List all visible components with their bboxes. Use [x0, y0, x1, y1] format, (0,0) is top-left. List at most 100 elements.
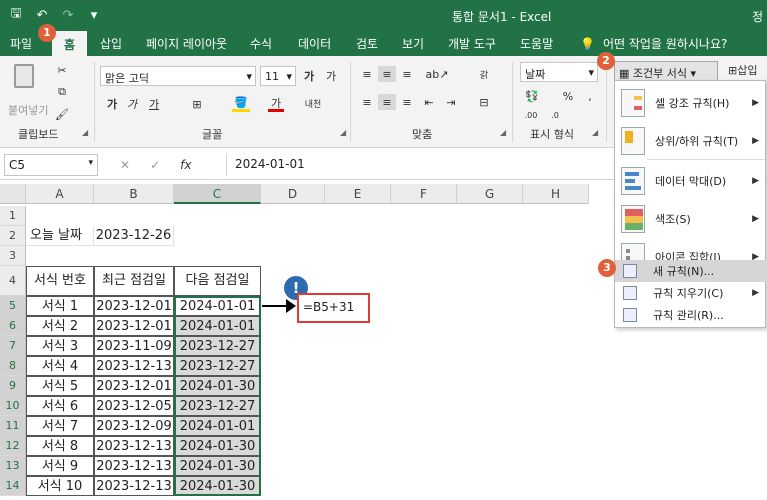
- number-format-select[interactable]: 날짜 ▾: [520, 62, 598, 82]
- row-header-4[interactable]: 4: [0, 266, 26, 296]
- table-cell[interactable]: 2023-12-13: [94, 476, 174, 496]
- menu-item-color-scales[interactable]: 색조(S) ▶: [615, 201, 767, 237]
- cell-c4[interactable]: 다음 점검일: [174, 266, 261, 296]
- cell-a4[interactable]: 서식 번호: [26, 266, 94, 296]
- table-cell[interactable]: 2024-01-30: [174, 456, 261, 476]
- row-header-8[interactable]: 8: [0, 356, 26, 376]
- row-header-11[interactable]: 11: [0, 416, 26, 436]
- table-cell[interactable]: 서식 6: [26, 396, 94, 416]
- alignment-launcher-icon[interactable]: ◢: [500, 128, 506, 137]
- table-cell[interactable]: 2023-11-09: [94, 336, 174, 356]
- align-right-icon[interactable]: ≡: [398, 94, 416, 110]
- table-cell[interactable]: 2023-12-09: [94, 416, 174, 436]
- table-cell[interactable]: 2023-12-13: [94, 356, 174, 376]
- tab-view[interactable]: 보기: [402, 35, 424, 52]
- insert-cells-button[interactable]: ⊞ 삽입: [728, 62, 767, 78]
- customize-qat-icon[interactable]: ▾: [84, 5, 104, 25]
- italic-icon[interactable]: 가: [124, 96, 140, 112]
- row-header-9[interactable]: 9: [0, 376, 26, 396]
- column-header-e[interactable]: E: [325, 184, 391, 204]
- tab-formulas[interactable]: 수식: [250, 35, 272, 52]
- row-header-14[interactable]: 14: [0, 476, 26, 496]
- comma-style-icon[interactable]: ,: [582, 88, 598, 104]
- enter-icon[interactable]: ✓: [150, 158, 160, 172]
- decrease-indent-icon[interactable]: ⇤: [420, 94, 438, 110]
- name-box[interactable]: C5 ▾: [4, 154, 98, 176]
- font-size-select[interactable]: 11 ▾: [260, 66, 296, 86]
- tab-page-layout[interactable]: 페이지 레이아웃: [146, 35, 227, 52]
- tab-data[interactable]: 데이터: [298, 35, 331, 52]
- conditional-formatting-button[interactable]: ▦ 조건부 서식 ▾: [614, 61, 718, 81]
- accounting-format-icon[interactable]: 💱: [522, 88, 542, 104]
- menu-item-clear-rules[interactable]: 규칙 지우기(C) ▶: [615, 282, 767, 304]
- wrap-text-icon[interactable]: 갉: [474, 66, 494, 82]
- table-cell[interactable]: 2023-12-01: [94, 316, 174, 336]
- table-cell[interactable]: 2024-01-30: [174, 376, 261, 396]
- table-cell[interactable]: 2023-12-27: [174, 356, 261, 376]
- column-header-c[interactable]: C: [174, 184, 261, 204]
- table-cell[interactable]: 서식 9: [26, 456, 94, 476]
- decrease-decimal-icon[interactable]: .0: [546, 108, 564, 122]
- phonetic-icon[interactable]: 내천: [304, 92, 322, 114]
- table-cell[interactable]: 2023-12-13: [94, 456, 174, 476]
- table-cell[interactable]: 2024-01-01: [174, 416, 261, 436]
- cell-b2[interactable]: 2023-12-26: [94, 226, 174, 246]
- align-top-icon[interactable]: ≡: [358, 66, 376, 82]
- column-header-d[interactable]: D: [261, 184, 325, 204]
- menu-item-top-bottom-rules[interactable]: 상위/하위 규칙(T) ▶: [615, 123, 767, 159]
- number-launcher-icon[interactable]: ◢: [592, 128, 598, 137]
- row-header-2[interactable]: 2: [0, 226, 26, 246]
- row-header-12[interactable]: 12: [0, 436, 26, 456]
- align-left-icon[interactable]: ≡: [358, 94, 376, 110]
- underline-icon[interactable]: 가: [146, 96, 162, 112]
- tab-developer[interactable]: 개발 도구: [448, 35, 496, 52]
- cell-a2[interactable]: 오늘 날짜: [26, 226, 94, 246]
- percent-icon[interactable]: %: [560, 88, 576, 104]
- row-header-1[interactable]: 1: [0, 206, 26, 226]
- tab-file[interactable]: 파일: [10, 35, 32, 52]
- redo-icon[interactable]: ↷: [58, 5, 78, 25]
- tab-home[interactable]: 홈: [52, 31, 88, 57]
- table-cell[interactable]: 2023-12-13: [94, 436, 174, 456]
- row-header-10[interactable]: 10: [0, 396, 26, 416]
- table-cell[interactable]: 서식 1: [26, 296, 94, 316]
- table-cell[interactable]: 2023-12-05: [94, 396, 174, 416]
- column-header-b[interactable]: B: [94, 184, 174, 204]
- table-cell[interactable]: 서식 7: [26, 416, 94, 436]
- cell-b4[interactable]: 최근 점검일: [94, 266, 174, 296]
- fill-color-icon[interactable]: 🪣: [232, 96, 250, 112]
- table-cell[interactable]: 서식 8: [26, 436, 94, 456]
- increase-decimal-icon[interactable]: .00: [522, 108, 540, 122]
- merge-center-icon[interactable]: ⊟: [474, 94, 494, 110]
- row-header-6[interactable]: 6: [0, 316, 26, 336]
- save-icon[interactable]: 🖫: [6, 5, 26, 25]
- cut-icon[interactable]: ✂: [54, 62, 70, 78]
- paste-button[interactable]: 붙여넣기: [6, 62, 48, 118]
- font-launcher-icon[interactable]: ◢: [340, 128, 346, 137]
- row-header-13[interactable]: 13: [0, 456, 26, 476]
- row-header-5[interactable]: 5: [0, 296, 26, 316]
- insert-function-icon[interactable]: fx: [180, 158, 191, 172]
- align-bottom-icon[interactable]: ≡: [398, 66, 416, 82]
- clipboard-launcher-icon[interactable]: ◢: [82, 128, 88, 137]
- table-cell[interactable]: 2024-01-30: [174, 436, 261, 456]
- format-painter-icon[interactable]: 🖌: [54, 106, 70, 122]
- increase-indent-icon[interactable]: ⇥: [442, 94, 460, 110]
- table-cell[interactable]: 서식 5: [26, 376, 94, 396]
- column-header-g[interactable]: G: [457, 184, 523, 204]
- increase-font-icon[interactable]: 가: [300, 68, 318, 84]
- table-cell[interactable]: 2023-12-27: [174, 396, 261, 416]
- table-cell[interactable]: 서식 2: [26, 316, 94, 336]
- table-cell[interactable]: 2024-01-30: [174, 476, 261, 496]
- table-cell[interactable]: 2023-12-01: [94, 296, 174, 316]
- menu-item-data-bars[interactable]: 데이터 막대(D) ▶: [615, 163, 767, 199]
- font-name-select[interactable]: 맑은 고딕 ▾: [100, 66, 256, 86]
- table-cell[interactable]: 2023-12-01: [94, 376, 174, 396]
- tell-me-search[interactable]: 💡 어떤 작업을 원하시나요?: [580, 35, 727, 52]
- bold-icon[interactable]: 가: [104, 96, 120, 112]
- borders-icon[interactable]: ⊞: [188, 96, 206, 112]
- undo-icon[interactable]: ↶: [32, 5, 52, 25]
- column-header-f[interactable]: F: [391, 184, 457, 204]
- table-cell[interactable]: 2023-12-27: [174, 336, 261, 356]
- align-center-icon[interactable]: ≡: [378, 94, 396, 110]
